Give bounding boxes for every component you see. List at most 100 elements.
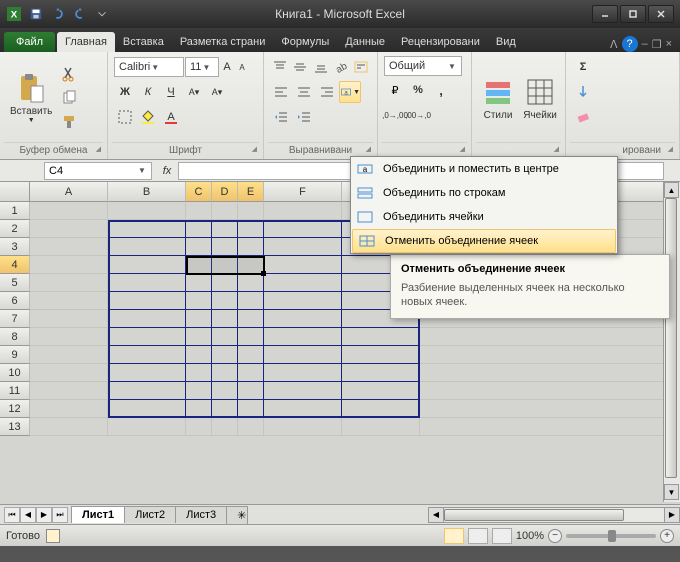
col-header-C[interactable]: C bbox=[186, 182, 212, 202]
cell-extra[interactable] bbox=[420, 418, 680, 436]
minimize-button[interactable] bbox=[592, 5, 618, 23]
cell-F5[interactable] bbox=[264, 274, 342, 292]
cell-A2[interactable] bbox=[30, 220, 108, 238]
menu-merge-across[interactable]: Объединить по строкам bbox=[351, 181, 617, 205]
grow-font-icon[interactable]: A bbox=[220, 56, 234, 78]
cell-F9[interactable] bbox=[264, 346, 342, 364]
cell-G8[interactable] bbox=[342, 328, 420, 346]
view-page-layout-icon[interactable] bbox=[468, 528, 488, 544]
italic-icon[interactable]: К bbox=[137, 81, 159, 103]
cell-E3[interactable] bbox=[238, 238, 264, 256]
cell-B2[interactable] bbox=[108, 220, 186, 238]
cell-G9[interactable] bbox=[342, 346, 420, 364]
cell-F1[interactable] bbox=[264, 202, 342, 220]
font-extra2-icon[interactable]: A▾ bbox=[206, 81, 228, 103]
col-header-F[interactable]: F bbox=[264, 182, 342, 202]
cell-F8[interactable] bbox=[264, 328, 342, 346]
close-button[interactable] bbox=[648, 5, 674, 23]
cell-D6[interactable] bbox=[212, 292, 238, 310]
cell-A10[interactable] bbox=[30, 364, 108, 382]
zoom-slider[interactable] bbox=[566, 534, 656, 538]
cell-A3[interactable] bbox=[30, 238, 108, 256]
align-left-icon[interactable] bbox=[270, 81, 292, 103]
file-tab[interactable]: Файл bbox=[4, 32, 55, 52]
minimize-ribbon-icon[interactable]: ᐱ bbox=[610, 38, 618, 51]
doc-restore-icon[interactable]: ❐ bbox=[652, 38, 662, 51]
scroll-left-icon[interactable]: ◀ bbox=[428, 507, 444, 523]
cell-E5[interactable] bbox=[238, 274, 264, 292]
cell-C10[interactable] bbox=[186, 364, 212, 382]
cell-F13[interactable] bbox=[264, 418, 342, 436]
cells-button[interactable]: Ячейки bbox=[520, 56, 560, 140]
align-right-icon[interactable] bbox=[316, 81, 338, 103]
row-header-8[interactable]: 8 bbox=[0, 328, 30, 346]
cell-extra[interactable] bbox=[420, 400, 680, 418]
vertical-scrollbar[interactable]: ▲ ▼ bbox=[663, 182, 680, 502]
doc-minimize-icon[interactable]: – bbox=[642, 38, 648, 50]
decrease-indent-icon[interactable] bbox=[270, 106, 292, 128]
cell-E1[interactable] bbox=[238, 202, 264, 220]
comma-icon[interactable]: , bbox=[430, 79, 452, 101]
cell-B7[interactable] bbox=[108, 310, 186, 328]
select-all-corner[interactable] bbox=[0, 182, 30, 202]
cell-D9[interactable] bbox=[212, 346, 238, 364]
cell-D2[interactable] bbox=[212, 220, 238, 238]
cell-C11[interactable] bbox=[186, 382, 212, 400]
col-header-B[interactable]: B bbox=[108, 182, 186, 202]
cell-D11[interactable] bbox=[212, 382, 238, 400]
cell-E7[interactable] bbox=[238, 310, 264, 328]
new-sheet-button[interactable]: ✳ bbox=[226, 506, 248, 524]
cell-C6[interactable] bbox=[186, 292, 212, 310]
font-size-combo[interactable]: 11▼ bbox=[185, 57, 219, 77]
help-button[interactable]: ? bbox=[622, 36, 638, 52]
percent-icon[interactable]: % bbox=[407, 79, 429, 101]
cell-F3[interactable] bbox=[264, 238, 342, 256]
save-icon[interactable] bbox=[26, 4, 46, 24]
cell-B11[interactable] bbox=[108, 382, 186, 400]
cell-B12[interactable] bbox=[108, 400, 186, 418]
cell-A6[interactable] bbox=[30, 292, 108, 310]
view-page-break-icon[interactable] bbox=[492, 528, 512, 544]
font-extra-icon[interactable]: A▾ bbox=[183, 81, 205, 103]
decrease-decimal-icon[interactable]: ,00→,0 bbox=[407, 104, 429, 126]
cell-A11[interactable] bbox=[30, 382, 108, 400]
row-header-10[interactable]: 10 bbox=[0, 364, 30, 382]
sheet-tab-2[interactable]: Лист2 bbox=[124, 506, 176, 523]
cell-D5[interactable] bbox=[212, 274, 238, 292]
row-header-1[interactable]: 1 bbox=[0, 202, 30, 220]
zoom-thumb[interactable] bbox=[608, 530, 616, 542]
font-name-combo[interactable]: Calibri▼ bbox=[114, 57, 184, 77]
orientation-icon[interactable]: ab bbox=[331, 56, 350, 78]
zoom-in-button[interactable]: + bbox=[660, 529, 674, 543]
cell-C3[interactable] bbox=[186, 238, 212, 256]
currency-icon[interactable]: ₽ bbox=[384, 79, 406, 101]
cell-B3[interactable] bbox=[108, 238, 186, 256]
align-center-icon[interactable] bbox=[293, 81, 315, 103]
cell-D4[interactable] bbox=[212, 256, 238, 274]
increase-indent-icon[interactable] bbox=[293, 106, 315, 128]
styles-button[interactable]: Стили bbox=[478, 56, 518, 140]
cell-C4[interactable] bbox=[186, 256, 212, 274]
tab-data[interactable]: Данные bbox=[337, 32, 393, 52]
cell-B9[interactable] bbox=[108, 346, 186, 364]
cell-E13[interactable] bbox=[238, 418, 264, 436]
menu-unmerge-cells[interactable]: Отменить объединение ячеек bbox=[352, 229, 616, 253]
doc-close-icon[interactable]: × bbox=[666, 38, 672, 50]
cell-E11[interactable] bbox=[238, 382, 264, 400]
h-scroll-thumb[interactable] bbox=[444, 509, 624, 521]
autosum-icon[interactable]: Σ bbox=[572, 56, 594, 78]
sheet-tab-3[interactable]: Лист3 bbox=[175, 506, 227, 523]
cell-A8[interactable] bbox=[30, 328, 108, 346]
cell-D7[interactable] bbox=[212, 310, 238, 328]
tab-home[interactable]: Главная bbox=[57, 32, 115, 52]
menu-merge-cells[interactable]: Объединить ячейки bbox=[351, 205, 617, 229]
view-normal-icon[interactable] bbox=[444, 528, 464, 544]
cell-F7[interactable] bbox=[264, 310, 342, 328]
cell-C1[interactable] bbox=[186, 202, 212, 220]
cut-icon[interactable] bbox=[58, 63, 80, 85]
row-header-4[interactable]: 4 bbox=[0, 256, 30, 274]
cell-G13[interactable] bbox=[342, 418, 420, 436]
row-header-13[interactable]: 13 bbox=[0, 418, 30, 436]
cell-E2[interactable] bbox=[238, 220, 264, 238]
cell-B4[interactable] bbox=[108, 256, 186, 274]
